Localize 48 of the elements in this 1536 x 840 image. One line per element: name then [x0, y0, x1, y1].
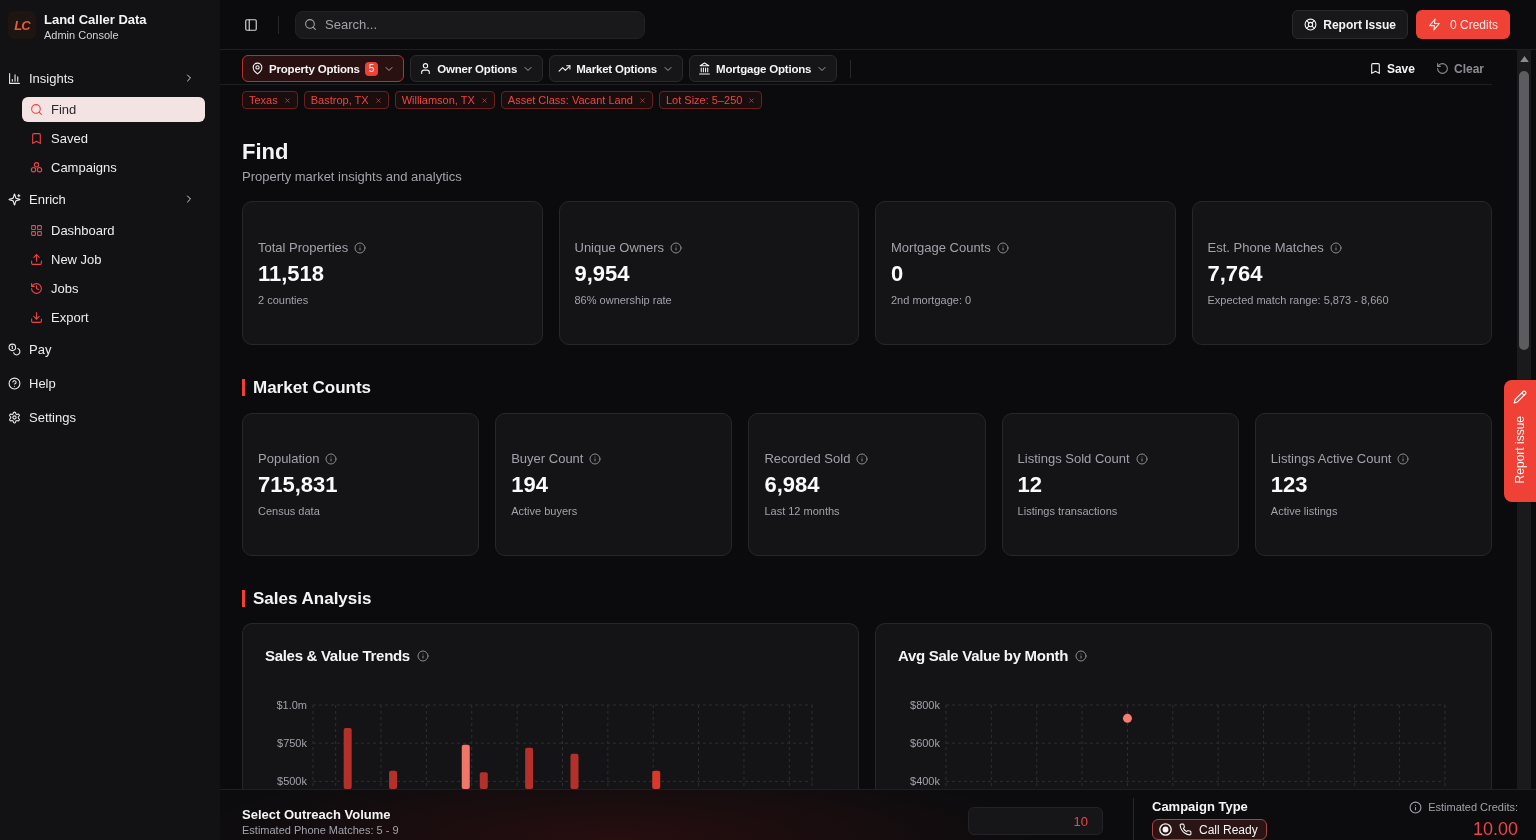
app-subtitle: Admin Console	[44, 28, 120, 42]
stat-note: Last 12 months	[764, 504, 841, 518]
stat-label: Unique Owners	[574, 239, 665, 256]
chart-title: Sales & Value Trends	[265, 647, 410, 665]
stat-note: Listings transactions	[1017, 504, 1119, 518]
axis-label: $1.0m	[276, 699, 307, 711]
app-name: Land Caller Data	[44, 12, 147, 28]
stat-note: Active listings	[1270, 504, 1339, 518]
count-badge: 5	[364, 61, 379, 76]
stat-value: 6,984	[764, 472, 821, 498]
stat-note: Active buyers	[511, 504, 579, 518]
stat-value: 9,954	[574, 260, 631, 287]
stat-label: Mortgage Counts	[891, 239, 991, 256]
stat-label: Buyer Count	[511, 451, 584, 467]
stat-value: 123	[1270, 472, 1309, 498]
stat-note: Expected match range: 5,873 - 8,660	[1207, 292, 1390, 307]
estimated-credits-label: Estimated Credits:	[1428, 800, 1518, 815]
stat-label: Est. Phone Matches	[1207, 239, 1324, 256]
stat-label: Total Properties	[258, 239, 349, 256]
stat-value: 12	[1017, 472, 1044, 498]
stat-value: 11,518	[258, 260, 326, 287]
stat-label: Recorded Sold	[764, 451, 851, 467]
section-title: Market Counts	[242, 379, 1492, 396]
stat-value: 715,831	[258, 472, 339, 498]
axis-label: $500k	[277, 775, 307, 788]
stat-label: Listings Active Count	[1270, 451, 1392, 467]
axis-label: $750k	[277, 737, 307, 750]
stat-note: 2nd mortgage: 0	[891, 292, 973, 307]
logo: LC	[8, 11, 36, 39]
stat-note: 2 counties	[258, 292, 310, 307]
outreach-subtitle: Estimated Phone Matches: 5 - 9	[242, 823, 399, 837]
stat-value: 194	[511, 472, 549, 498]
stat-note: 86% ownership rate	[574, 292, 673, 307]
section-title: Sales Analysis	[242, 590, 1492, 607]
campaign-type-label: Campaign Type	[1152, 799, 1249, 815]
axis-label: $400k	[910, 775, 940, 788]
stat-label: Population	[258, 451, 320, 467]
outreach-title: Select Outreach Volume	[242, 807, 392, 823]
page-subtitle: Property market insights and analytics	[242, 168, 463, 186]
stat-value: 0	[891, 260, 905, 287]
page-title: Find	[242, 139, 290, 165]
chart-title: Avg Sale Value by Month	[898, 647, 1069, 665]
axis-label: $800k	[910, 699, 940, 711]
stat-value: 7,764	[1207, 260, 1264, 287]
stat-note: Census data	[258, 504, 321, 518]
axis-label: $600k	[910, 737, 940, 750]
stat-label: Listings Sold Count	[1017, 451, 1130, 467]
estimated-credits-value: 10.00	[1472, 818, 1518, 840]
